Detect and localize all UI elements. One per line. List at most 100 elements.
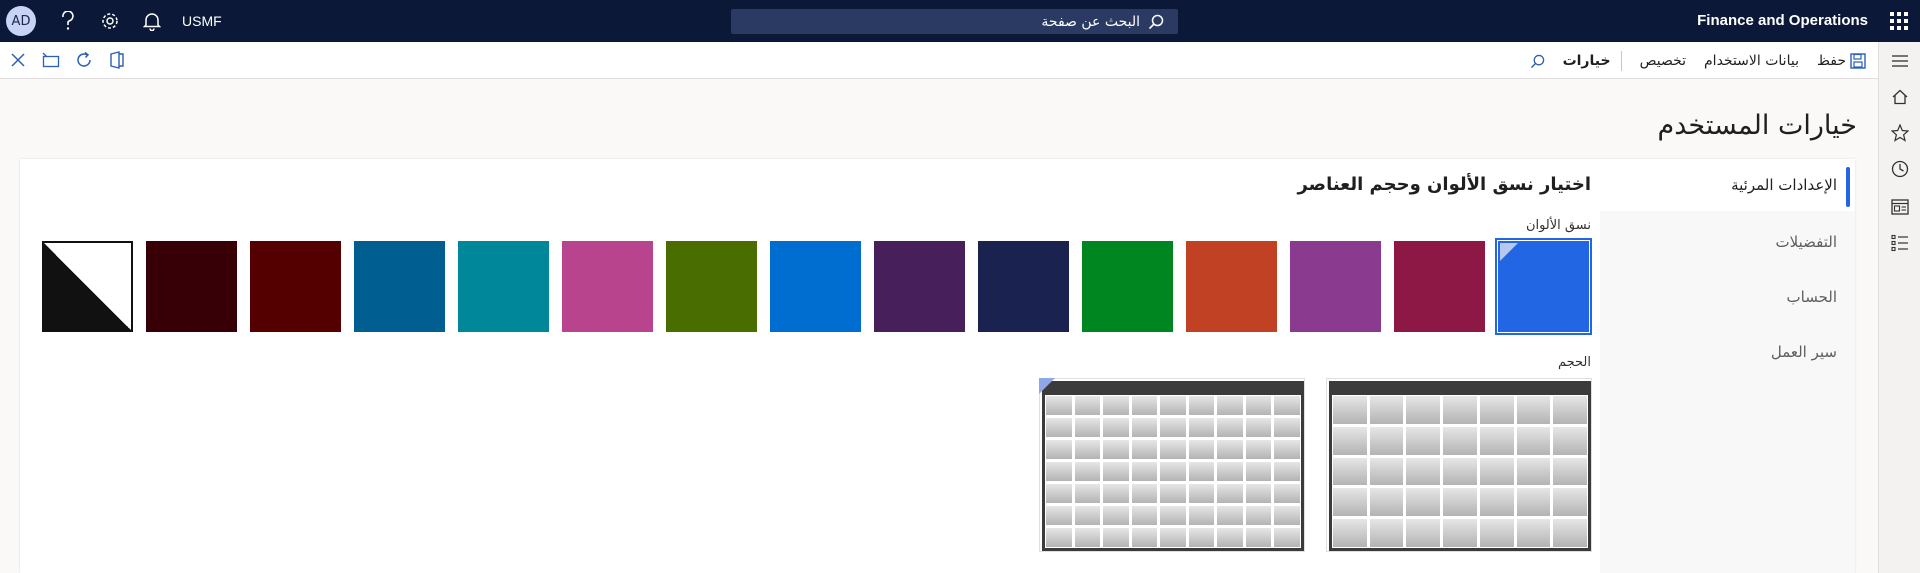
preview-cell — [1160, 396, 1186, 415]
color-swatch[interactable] — [1186, 241, 1277, 332]
preview-cell — [1516, 426, 1551, 455]
preview-cell — [1160, 506, 1186, 525]
avatar[interactable]: AD — [6, 6, 36, 36]
workspace-icon[interactable] — [1890, 197, 1910, 217]
size-option-compact[interactable] — [1039, 378, 1305, 552]
preview-cell — [1274, 462, 1300, 481]
color-swatch[interactable] — [1394, 241, 1485, 332]
color-swatch[interactable] — [562, 241, 653, 332]
preview-cell — [1131, 484, 1158, 503]
preview-cell — [1217, 440, 1243, 459]
help-icon[interactable] — [58, 11, 78, 31]
size-option-large[interactable] — [1326, 378, 1592, 552]
preview-cell — [1217, 396, 1243, 415]
action-bar-commands: حفظ بيانات الاستخدام تخصيص خيارات — [1512, 51, 1866, 71]
preview-cell — [1406, 396, 1441, 424]
preview-cell — [1103, 396, 1129, 415]
preview-cell — [1074, 506, 1101, 525]
preview-cell — [1369, 488, 1404, 517]
preview-cell — [1074, 440, 1101, 459]
preview-cell — [1479, 457, 1514, 486]
preview-cell — [1406, 519, 1441, 547]
action-search-icon[interactable] — [1530, 54, 1545, 69]
preview-cell — [1074, 396, 1101, 415]
color-swatch[interactable] — [146, 241, 237, 332]
refresh-icon[interactable] — [74, 50, 94, 70]
preview-cell — [1217, 506, 1243, 525]
preview-cell — [1103, 440, 1129, 459]
preview-cell — [1245, 418, 1272, 437]
preview-cell — [1103, 418, 1129, 437]
color-swatch[interactable] — [666, 241, 757, 332]
preview-cell — [1274, 440, 1300, 459]
close-icon[interactable] — [8, 50, 28, 70]
divider — [1620, 51, 1622, 71]
page-search-input[interactable]: البحث عن صفحة — [731, 9, 1178, 34]
settings-icon[interactable] — [100, 11, 120, 31]
preview-cell — [1103, 528, 1129, 547]
save-label: حفظ — [1816, 53, 1846, 69]
color-swatch[interactable] — [1290, 241, 1381, 332]
search-placeholder: البحث عن صفحة — [1041, 13, 1140, 30]
color-swatch[interactable] — [770, 241, 861, 332]
preview-cell — [1160, 528, 1186, 547]
preview-cell — [1443, 488, 1477, 517]
preview-cell — [1516, 396, 1551, 424]
open-new-window-icon[interactable] — [41, 50, 61, 70]
preview-cell — [1479, 488, 1514, 517]
top-nav-bar: AD USMF البحث عن صفحة Finance and Operat… — [0, 0, 1920, 42]
bell-icon[interactable] — [142, 11, 162, 31]
color-swatch[interactable] — [458, 241, 549, 332]
preview-cell — [1479, 426, 1514, 455]
size-preview — [1329, 381, 1591, 551]
preview-cell — [1553, 457, 1587, 486]
waffle-icon[interactable] — [1890, 12, 1908, 30]
color-swatch[interactable] — [874, 241, 965, 332]
preview-cell — [1333, 426, 1367, 455]
preview-cell — [1131, 418, 1158, 437]
personalize-button[interactable]: تخصيص — [1640, 53, 1686, 69]
vertical-tab-list: الإعدادات المرئية التفضيلات الحساب سير ا… — [1600, 159, 1855, 573]
tab-account[interactable]: الحساب — [1600, 271, 1855, 323]
tab-visual-settings[interactable]: الإعدادات المرئية — [1600, 159, 1855, 211]
preview-cell — [1333, 396, 1367, 424]
preview-cell — [1369, 457, 1404, 486]
preview-cell — [1188, 528, 1215, 547]
preview-cell — [1046, 506, 1072, 525]
color-theme-label: نسق الألوان — [1525, 218, 1591, 233]
color-swatch[interactable] — [978, 241, 1069, 332]
preview-header — [1329, 381, 1591, 395]
preview-cell — [1188, 462, 1215, 481]
options-tab[interactable]: خيارات — [1563, 53, 1611, 69]
office-icon[interactable] — [107, 50, 127, 70]
list-icon[interactable] — [1890, 233, 1910, 253]
tab-preferences[interactable]: التفضيلات — [1600, 216, 1855, 268]
preview-cell — [1245, 396, 1272, 415]
color-swatch[interactable] — [42, 241, 133, 332]
preview-cell — [1131, 462, 1158, 481]
save-button[interactable]: حفظ — [1817, 53, 1866, 69]
preview-cell — [1188, 396, 1215, 415]
selected-indicator — [1500, 243, 1518, 261]
clock-icon[interactable] — [1890, 159, 1910, 179]
company-selector[interactable]: USMF — [182, 13, 222, 29]
color-swatch[interactable] — [354, 241, 445, 332]
preview-cell — [1274, 528, 1300, 547]
preview-cell — [1516, 519, 1551, 547]
preview-header — [1042, 381, 1304, 395]
color-swatch[interactable] — [1495, 238, 1592, 335]
preview-cell — [1245, 484, 1272, 503]
preview-cell — [1217, 528, 1243, 547]
tab-workflow[interactable]: سير العمل — [1600, 326, 1855, 378]
preview-cell — [1046, 440, 1072, 459]
color-swatch[interactable] — [1082, 241, 1173, 332]
preview-cell — [1479, 519, 1514, 547]
home-icon[interactable] — [1890, 87, 1910, 107]
color-swatch[interactable] — [250, 241, 341, 332]
preview-cell — [1553, 519, 1587, 547]
usage-data-button[interactable]: بيانات الاستخدام — [1704, 53, 1799, 69]
hamburger-icon[interactable] — [1890, 51, 1910, 71]
star-icon[interactable] — [1890, 123, 1910, 143]
preview-cell — [1046, 462, 1072, 481]
preview-cell — [1160, 418, 1186, 437]
